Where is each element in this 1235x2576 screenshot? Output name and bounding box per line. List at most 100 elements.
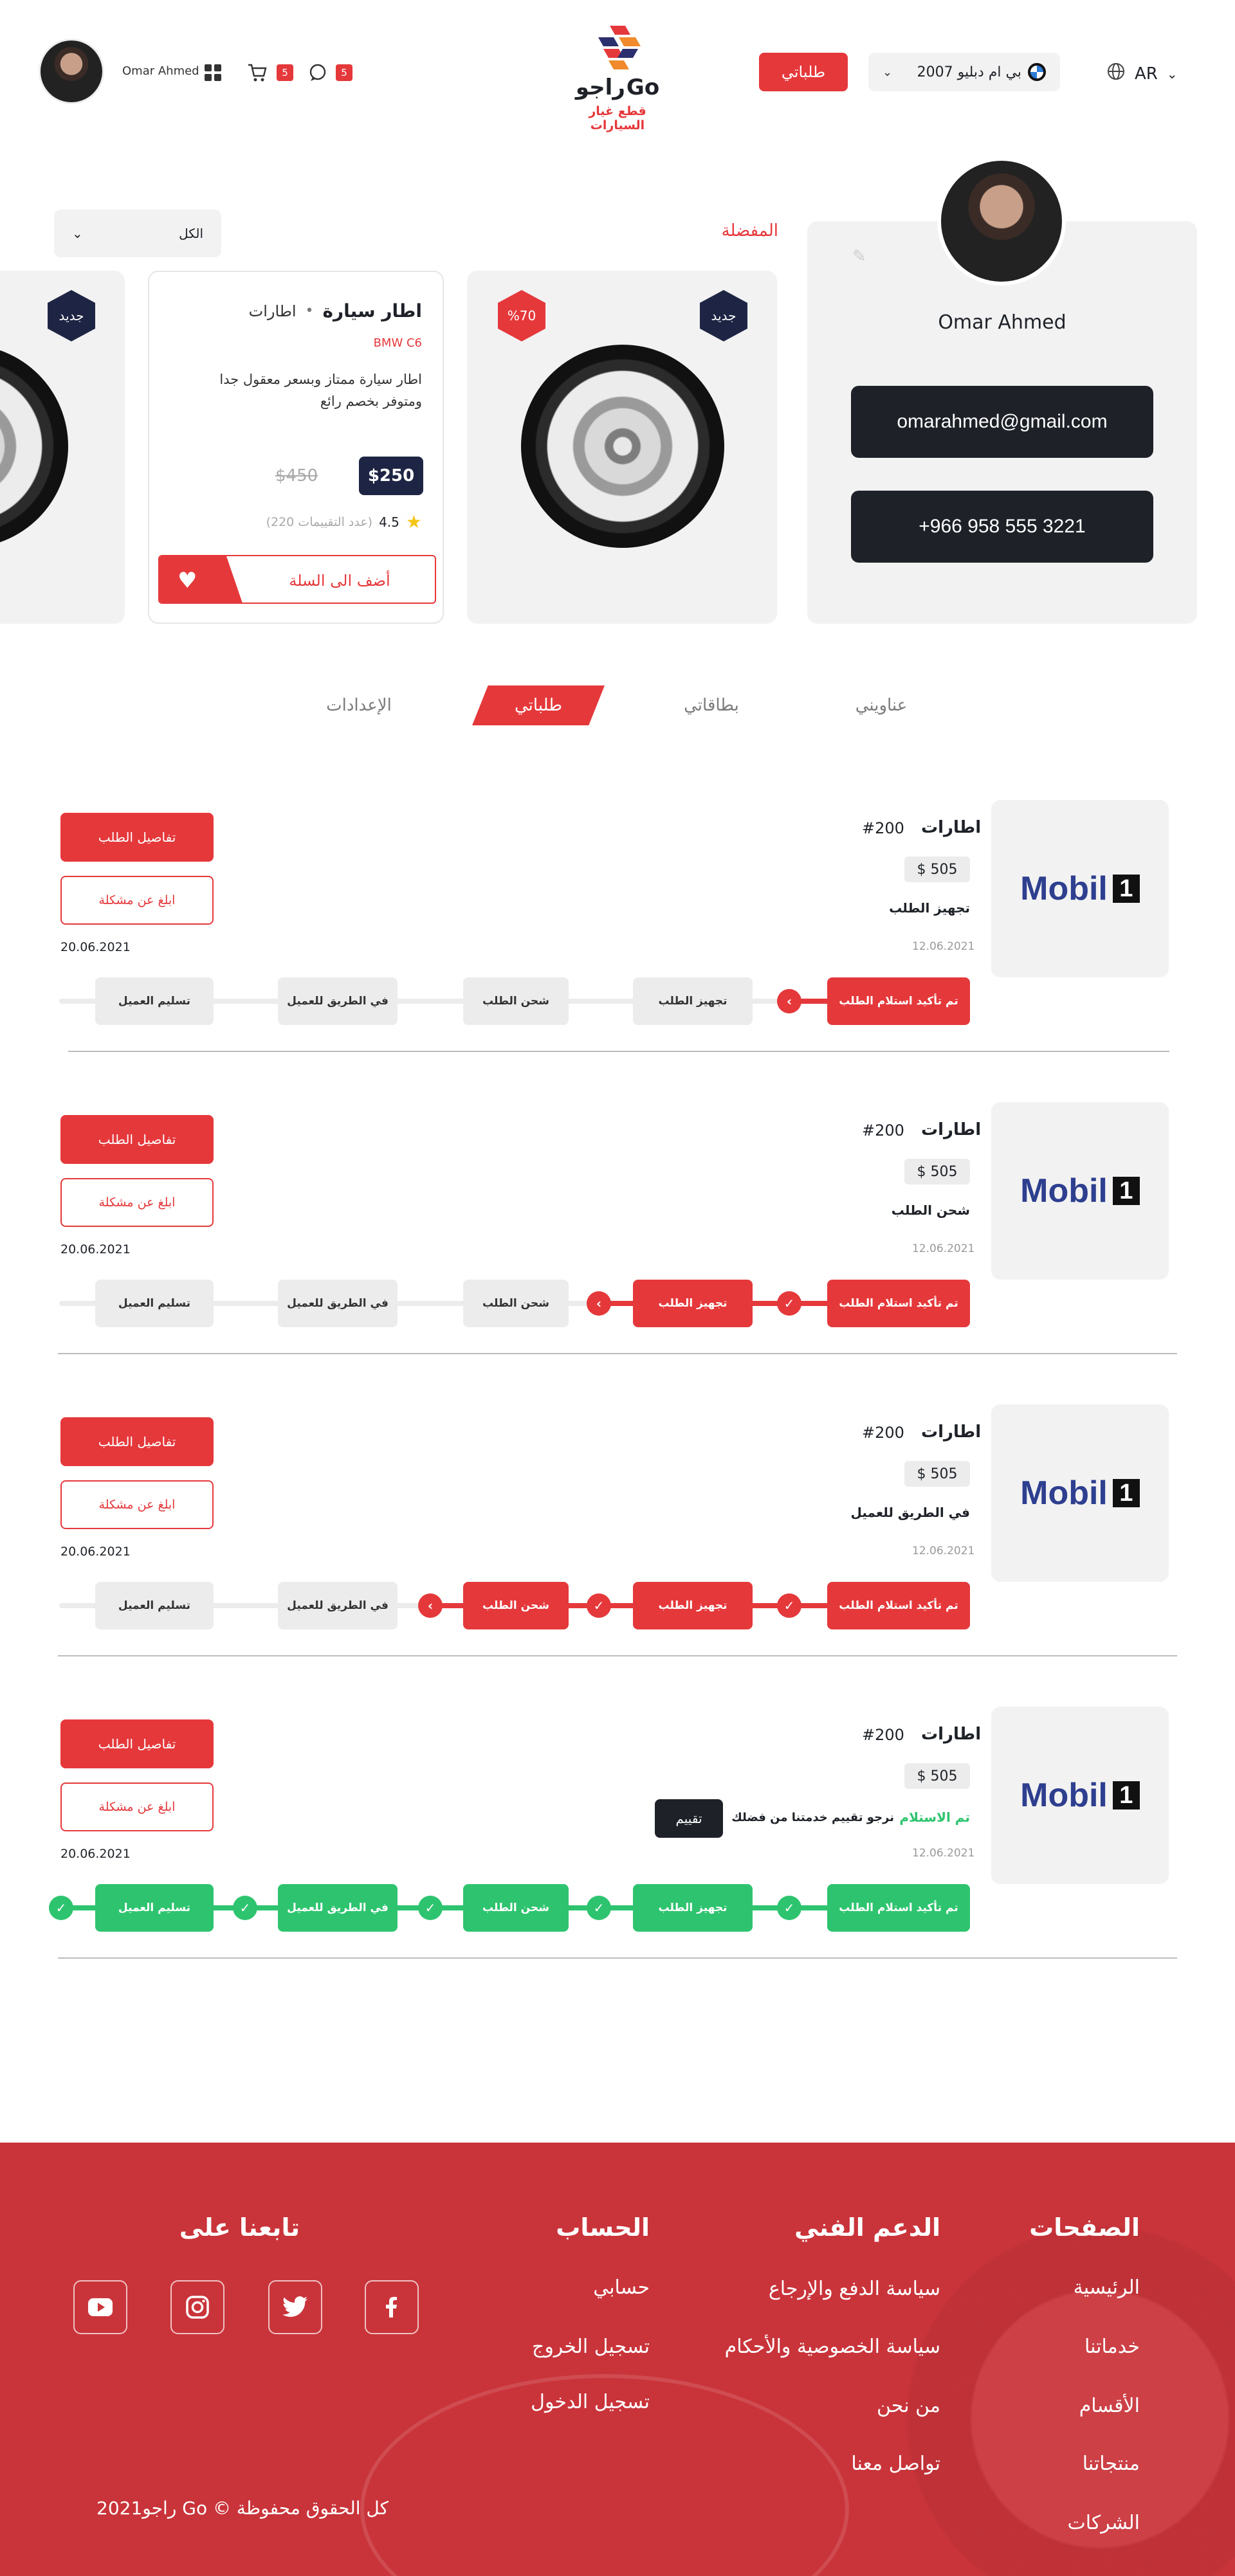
step-shipping: شحن الطلب [463,977,569,1025]
tab-addresses[interactable]: عناويني [836,685,926,725]
step-shipping: شحن الطلب [463,1884,569,1932]
orders-button[interactable]: طلباتي [759,53,848,91]
report-problem-button[interactable]: ابلغ عن مشكلة [60,876,214,925]
order-status: شحن الطلب [891,1202,970,1218]
order-quantity: #200 [862,819,904,837]
cart-icon[interactable] [247,63,268,82]
copyright: كل الحقوق محفوظة © Go راجو2021 [96,2498,389,2519]
edit-profile-icon[interactable]: ✎ [852,247,866,266]
star-icon: ★ [405,511,422,532]
product-title: اطار سيارة [322,300,422,322]
brand-logo: Mobil 1 [991,800,1169,977]
footer-follow-title: تابعنا على [179,2213,300,2242]
new-badge: جديد [700,290,747,341]
brand-digit: 1 [1112,1177,1140,1205]
footer-link-services[interactable]: خدماتنا [965,2336,1140,2358]
grid-icon[interactable] [205,64,221,81]
step-confirmed: تم تأكيد استلام الطلب [827,1884,970,1932]
logo[interactable]: راجو Go قطع غيار السيارات [566,23,669,132]
profile-card: ✎ Omar Ahmed omarahmed@gmail.com +966 95… [807,157,1197,624]
footer-support-title: الدعم الفني [794,2213,940,2242]
order-end-date: 20.06.2021 [60,940,131,954]
profile-email[interactable]: omarahmed@gmail.com [851,386,1153,458]
product-category: اطارات [248,302,297,320]
brand-word: Mobil [1020,1172,1108,1210]
brand-logo: Mobil 1 [991,1707,1169,1884]
footer-link-home[interactable]: الرئيسية [965,2276,1140,2299]
favorites-filter[interactable]: ⌄ الكل [54,210,221,257]
avatar[interactable] [39,39,104,104]
product-card[interactable]: اطار سيارة • اطارات BMW C6 اطار سيارة مم… [148,271,444,624]
footer-link-about[interactable]: من نحن [643,2395,940,2417]
tab-settings[interactable]: الإعدادات [314,685,404,725]
tab-cards[interactable]: بطاقاتي [666,685,756,725]
divider [58,1957,1177,1959]
cart-count-badge: 5 [277,64,293,81]
brand-logo: Mobil 1 [991,1404,1169,1582]
order-quantity: #200 [862,1121,904,1139]
car-select[interactable]: ⌄ بي ام دبليو 2007 [868,53,1060,91]
report-problem-button[interactable]: ابلغ عن مشكلة [60,1782,214,1831]
chevron-left-icon: ‹ [418,1593,443,1618]
footer-link-products[interactable]: منتجاتنا [965,2453,1140,2475]
order-start-date: 12.06.2021 [912,1242,975,1255]
report-problem-button[interactable]: ابلغ عن مشكلة [60,1178,214,1227]
footer-link-companies[interactable]: الشركات [965,2512,1140,2534]
order-end-date: 20.06.2021 [60,1242,131,1256]
check-icon: ✓ [777,1896,801,1920]
footer-link-my-account[interactable]: حسابي [489,2276,650,2299]
tab-orders[interactable]: طلباتي [472,685,605,725]
new-badge: جديد [48,290,95,341]
footer-link-login[interactable]: تسجيل الدخول [489,2391,650,2413]
add-to-cart-button[interactable]: ♥ أضف الى السلة [158,555,436,604]
footer-link-privacy-policy[interactable]: سياسة الخصوصية والأحكام [643,2336,940,2358]
order-details-button[interactable]: تفاصيل الطلب [60,813,214,862]
check-icon: ✓ [777,1593,801,1618]
product-card[interactable]: جديد %70 [467,271,777,624]
step-delivered: تسليم العميل [95,1884,214,1932]
chat-icon[interactable] [307,63,328,82]
rate-button[interactable]: تقييم [655,1799,723,1838]
language-switch[interactable]: AR ⌄ [1106,62,1178,86]
messages-count-badge: 5 [336,64,352,81]
twitter-icon[interactable] [268,2280,322,2334]
user-name[interactable]: Omar Ahmed [122,64,199,78]
order-category: اطارات [921,818,982,837]
discount-badge: %70 [498,290,545,341]
check-icon: ✓ [233,1896,257,1920]
order-details-button[interactable]: تفاصيل الطلب [60,1719,214,1768]
footer-link-logout[interactable]: تسجيل الخروج [489,2336,650,2358]
footer-link-contact[interactable]: تواصل معنا [643,2453,940,2475]
footer-link-payment-policy[interactable]: سياسة الدفع والإرجاع [643,2278,940,2300]
check-icon: ✓ [587,1593,611,1618]
report-problem-button[interactable]: ابلغ عن مشكلة [60,1480,214,1529]
step-shipping: شحن الطلب [463,1280,569,1327]
product-card[interactable]: جديد [0,271,125,624]
order-details-button[interactable]: تفاصيل الطلب [60,1115,214,1164]
rating-value: 4.5 [379,514,399,530]
brand-digit: 1 [1112,875,1140,903]
facebook-icon[interactable] [365,2280,419,2334]
footer-link-sections[interactable]: الأقسام [965,2395,1140,2417]
order-category: اطارات [921,1120,982,1139]
step-delivered: تسليم العميل [95,977,214,1025]
logo-arabic: راجو [575,75,625,100]
product-description: اطار سيارة ممتاز وبسعر معقول جدا ومتوفر … [219,372,422,409]
product-model: BMW C6 [373,336,422,350]
step-delivered: تسليم العميل [95,1280,214,1327]
order-price: $ 505 [904,1159,970,1184]
instagram-icon[interactable] [170,2280,224,2334]
order-details-button[interactable]: تفاصيل الطلب [60,1417,214,1466]
brand-word: Mobil [1020,870,1108,907]
youtube-icon[interactable] [73,2280,127,2334]
logo-tagline: قطع غيار السيارات [589,104,646,132]
profile-avatar[interactable] [937,157,1066,286]
order-end-date: 20.06.2021 [60,1545,131,1559]
step-on-the-way: في الطريق للعميل [278,1884,398,1932]
heart-icon[interactable]: ♥ [160,556,243,603]
profile-phone[interactable]: +966 958 555 3221 [851,491,1153,563]
order-item: Mobil 1 اطارات #200 $ 505 شحن الطلب 12.06… [0,1102,1235,1404]
divider [68,1051,1169,1052]
order-price: $ 505 [904,857,970,882]
step-on-the-way: في الطريق للعميل [278,977,398,1025]
